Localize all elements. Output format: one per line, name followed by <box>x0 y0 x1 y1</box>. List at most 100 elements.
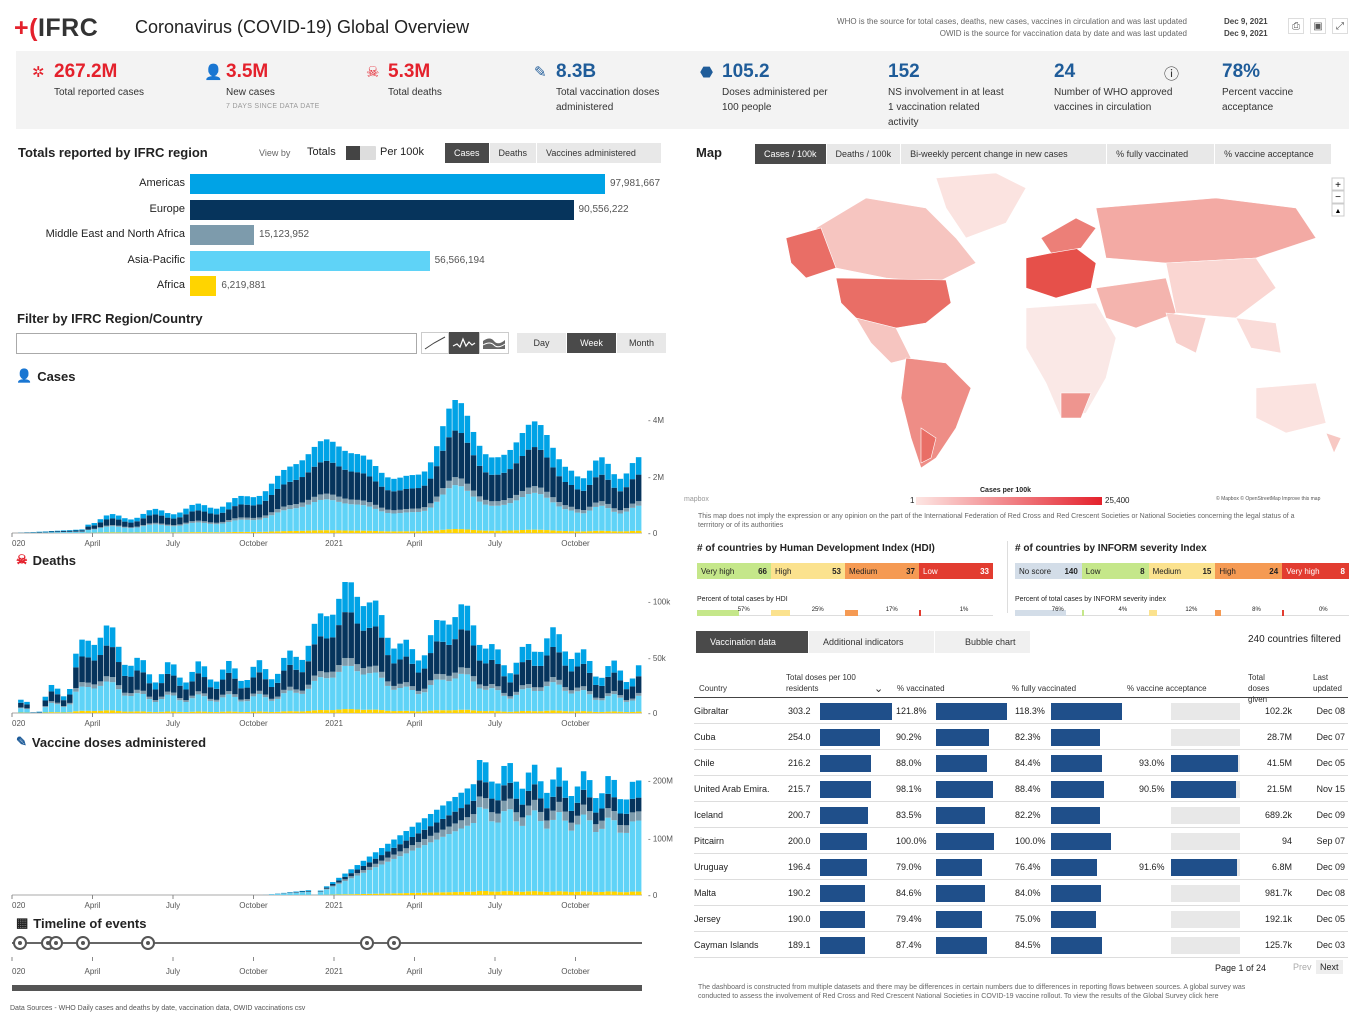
cases-bar-segment <box>556 459 562 476</box>
deaths-bar-segment <box>299 694 305 712</box>
tab-week[interactable]: Week <box>567 333 617 353</box>
next-button[interactable]: Next <box>1316 960 1343 974</box>
category-segment[interactable]: Very high66 <box>697 563 771 579</box>
vacc-bar-segment <box>532 800 538 810</box>
vacc-bar-segment <box>556 812 562 891</box>
cases-bar-segment <box>55 531 61 532</box>
print-icon[interactable]: ⎙ <box>1288 18 1304 34</box>
table-row[interactable]: Jersey190.079.4%75.0%192.1kDec 05 <box>694 906 1348 932</box>
region-bar[interactable] <box>190 225 254 245</box>
deaths-bar-segment <box>299 691 305 694</box>
cases-bar-segment <box>257 532 263 533</box>
tab-month[interactable]: Month <box>617 333 667 353</box>
deaths-bar-segment <box>355 664 361 671</box>
region-bar[interactable] <box>190 251 430 271</box>
category-count: 66 <box>758 567 767 576</box>
deaths-bar-segment <box>410 686 416 690</box>
ifrc-logo[interactable]: +(IFRC <box>14 14 98 43</box>
region-country-search-input[interactable] <box>16 333 417 354</box>
col-last-updated[interactable]: Last updated <box>1313 672 1347 694</box>
deaths-bar-segment <box>312 624 318 645</box>
deaths-bar-segment <box>232 712 238 713</box>
world-map[interactable]: + − ▲ <box>696 168 1346 508</box>
table-row[interactable]: Chile216.288.0%84.4%93.0%41.5MDec 05 <box>694 750 1348 776</box>
region-label: Africa <box>0 279 185 291</box>
category-segment[interactable]: Very high8 <box>1282 563 1349 579</box>
mapbox-logo[interactable]: mapbox <box>684 496 709 503</box>
vacc-bar-segment <box>483 762 489 782</box>
table-row[interactable]: Gibraltar303.2121.8%118.3%102.2kDec 08 <box>694 698 1348 724</box>
cell-fully: 100.0% <box>1015 836 1046 846</box>
table-row[interactable]: Cayman Islands189.187.4%84.5%125.7kDec 0… <box>694 932 1348 958</box>
info-icon[interactable]: ⓘ <box>1164 63 1179 84</box>
tab-bubble-chart[interactable]: Bubble chart <box>935 631 1031 653</box>
tab-map-deaths[interactable]: Deaths / 100k <box>827 144 902 164</box>
hdi-title: # of countries by Human Development Inde… <box>697 543 935 554</box>
table-row[interactable]: Iceland200.783.5%82.2%689.2kDec 09 <box>694 802 1348 828</box>
col-doses[interactable]: Total doses per 100 residents <box>786 672 876 694</box>
category-segment[interactable]: No score140 <box>1015 563 1082 579</box>
cases-bar-segment <box>134 527 140 528</box>
tab-cases[interactable]: Cases <box>445 143 490 163</box>
deaths-bar-segment <box>538 652 544 666</box>
tab-map-fully-vacc[interactable]: % fully vaccinated <box>1107 144 1215 164</box>
cases-bar-segment <box>520 491 526 497</box>
category-segment[interactable]: Medium37 <box>845 563 919 579</box>
col-acceptance[interactable]: % vaccine acceptance <box>1127 684 1207 693</box>
totals-toggle[interactable] <box>346 146 376 160</box>
vacc-bar-segment <box>306 891 312 892</box>
cases-bar-segment <box>446 409 452 438</box>
line-chart-icon[interactable] <box>421 332 449 354</box>
deaths-bar-segment <box>526 688 532 711</box>
vacc-bar-segment <box>599 829 605 892</box>
category-segment[interactable]: Medium15 <box>1149 563 1216 579</box>
sort-chevron-down-icon[interactable]: ⌄ <box>874 682 883 695</box>
vacc-bar-segment <box>544 793 550 808</box>
cell-acceptance: 93.0% <box>1139 758 1165 768</box>
vacc-bar-segment <box>544 808 550 820</box>
vacc-bar-segment <box>459 808 465 820</box>
tab-vaccination-data[interactable]: Vaccination data <box>696 631 809 653</box>
tab-day[interactable]: Day <box>517 333 567 353</box>
deaths-bar-segment <box>624 700 630 702</box>
col-fully-vaccinated[interactable]: % fully vaccinated <box>1012 684 1076 693</box>
category-segment[interactable]: High53 <box>771 563 845 579</box>
cases-bar-segment <box>49 531 55 532</box>
cases-bar-segment <box>587 511 593 532</box>
region-bar[interactable] <box>190 200 574 220</box>
table-row[interactable]: Malta190.284.6%84.0%981.7kDec 08 <box>694 880 1348 906</box>
tab-vaccines[interactable]: Vaccines administered <box>537 143 662 163</box>
image-icon[interactable]: ▣ <box>1310 18 1326 34</box>
col-country[interactable]: Country <box>699 684 727 693</box>
tab-additional-indicators[interactable]: Additional indicators <box>809 631 935 653</box>
tab-map-biweekly[interactable]: Bi-weekly percent change in new cases <box>901 144 1107 164</box>
category-segment[interactable]: High24 <box>1215 563 1282 579</box>
bar-chart-icon[interactable] <box>449 332 479 354</box>
cases-bar-segment <box>526 488 532 494</box>
region-bar[interactable] <box>190 276 216 296</box>
area-chart-icon[interactable] <box>479 332 509 354</box>
tab-deaths[interactable]: Deaths <box>490 143 538 163</box>
cases-bar-segment <box>361 473 367 500</box>
tab-map-acceptance[interactable]: % vaccine acceptance <box>1215 144 1332 164</box>
pct-bar <box>1215 610 1220 616</box>
prev-button[interactable]: Prev <box>1290 960 1315 974</box>
cases-bar-segment <box>275 531 281 533</box>
table-row[interactable]: United Arab Emira.215.798.1%88.4%90.5%21… <box>694 776 1348 802</box>
vacc-bar-segment <box>575 787 581 803</box>
tab-map-cases[interactable]: Cases / 100k <box>755 144 827 164</box>
deaths-bar-segment <box>483 686 489 690</box>
table-row[interactable]: Cuba254.090.2%82.3%28.7MDec 07 <box>694 724 1348 750</box>
table-row[interactable]: Pitcairn200.0100.0%100.0%94Sep 07 <box>694 828 1348 854</box>
expand-icon[interactable]: ⤢ <box>1332 18 1348 34</box>
deaths-bar-segment <box>355 710 361 713</box>
map-credit[interactable]: © Mapbox © OpenStreetMap Improve this ma… <box>1216 496 1320 502</box>
cases-bar-segment <box>459 403 465 433</box>
col-vaccinated[interactable]: % vaccinated <box>897 684 945 693</box>
timeline-range-slider[interactable] <box>12 985 642 991</box>
cases-bar-segment <box>85 530 91 533</box>
table-row[interactable]: Uruguay196.479.0%76.4%91.6%6.8MDec 09 <box>694 854 1348 880</box>
region-bar[interactable] <box>190 174 605 194</box>
category-segment[interactable]: Low8 <box>1082 563 1149 579</box>
category-segment[interactable]: Low33 <box>919 563 993 579</box>
